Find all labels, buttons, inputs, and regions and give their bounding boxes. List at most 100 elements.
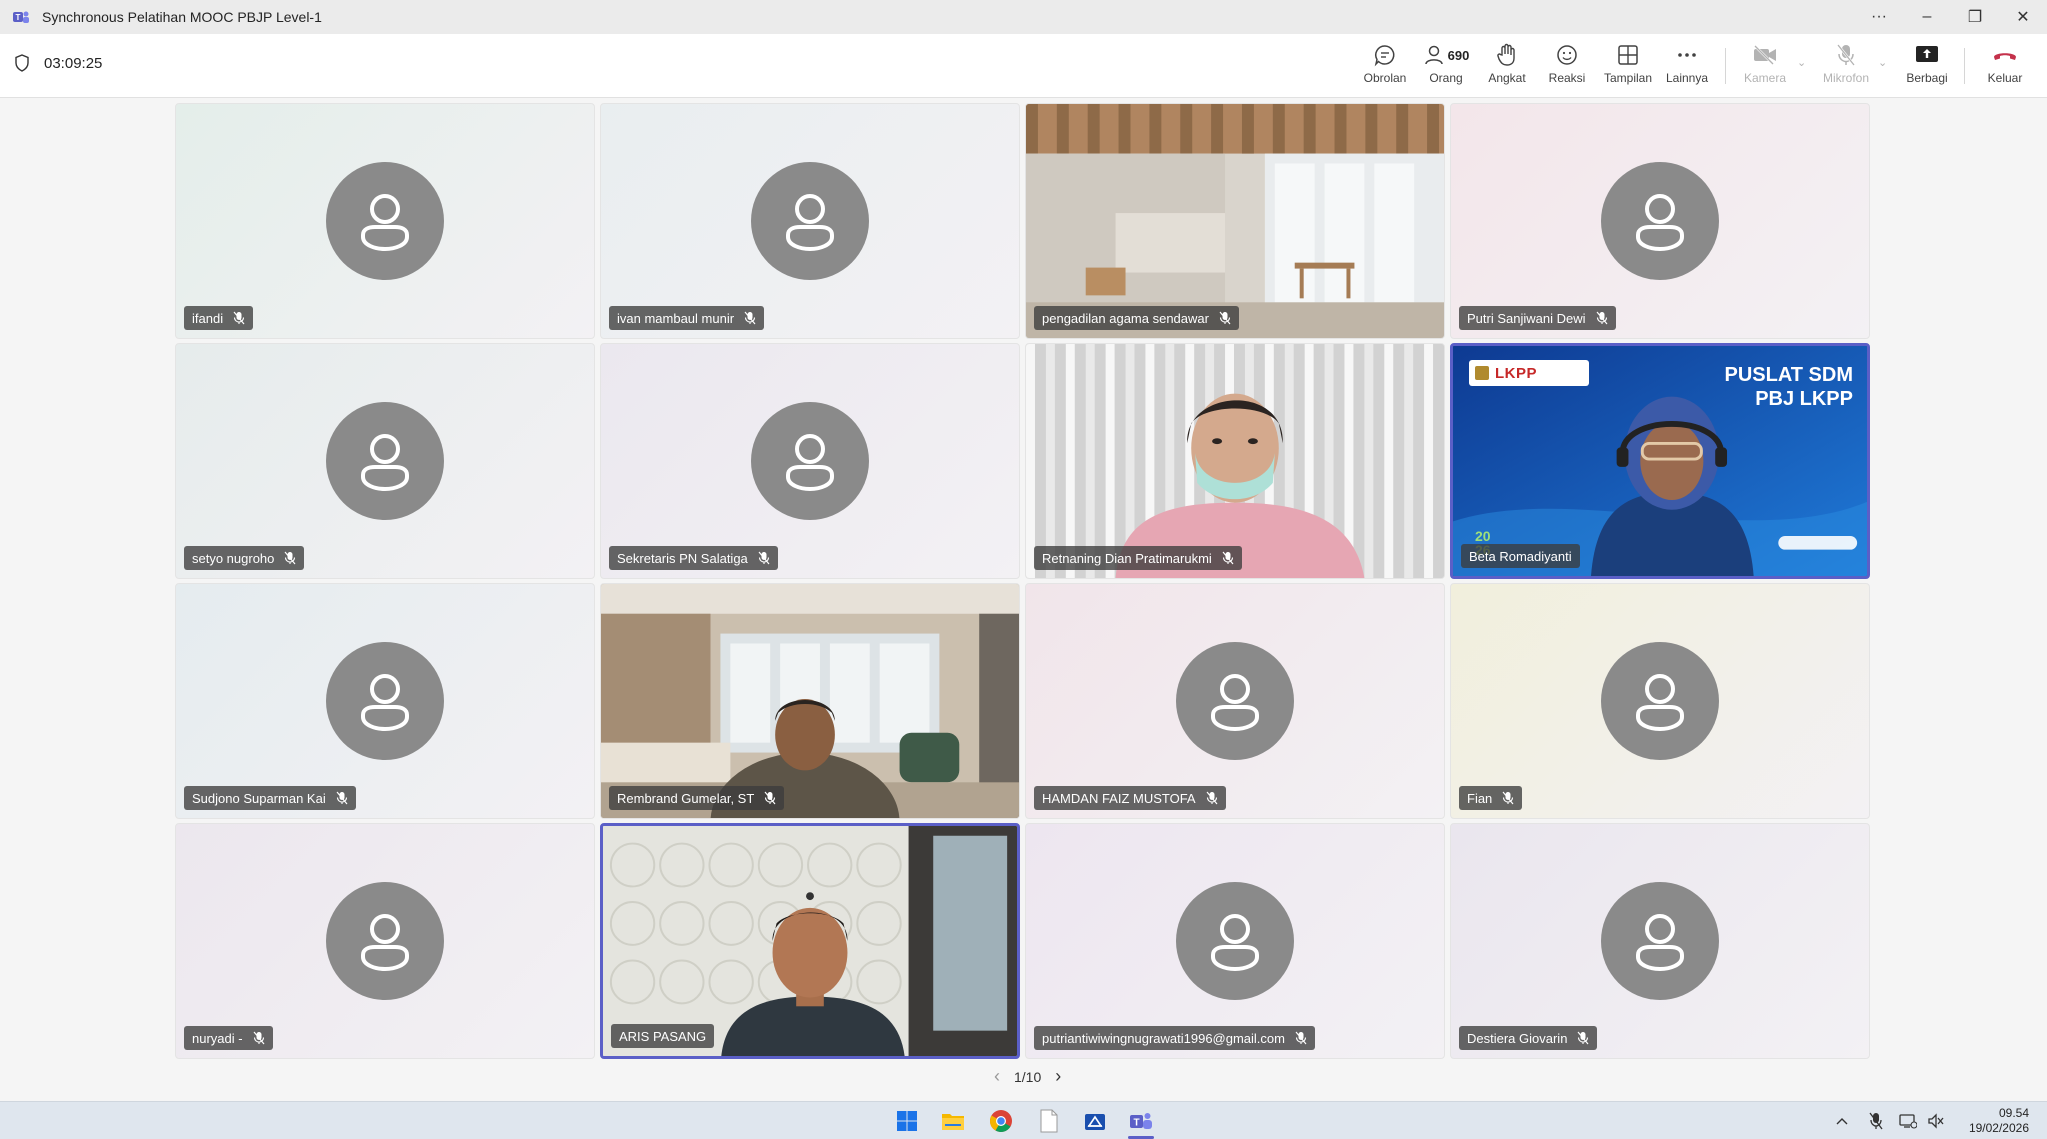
camera-options-chevron-icon[interactable]: ⌄ — [1797, 56, 1806, 69]
people-icon — [1424, 45, 1443, 65]
participant-name: ivan mambaul munir — [617, 310, 735, 326]
tray-volume-muted-icon[interactable] — [1926, 1112, 1946, 1130]
participant-tile[interactable]: setyo nugroho — [175, 343, 595, 579]
window-close-button[interactable]: ✕ — [1999, 0, 2047, 34]
participant-name: Retnaning Dian Pratimarukmi — [1042, 550, 1212, 566]
participant-nameplate: Sudjono Suparman Kai — [184, 786, 356, 810]
teams-taskbar-icon[interactable]: T — [1128, 1108, 1154, 1134]
participant-nameplate: setyo nugroho — [184, 546, 305, 570]
pager-prev-chevron-icon[interactable]: ‹ — [994, 1066, 1000, 1087]
camera-button[interactable]: Kamera — [1740, 42, 1790, 92]
mic-muted-icon — [336, 791, 348, 805]
participant-tile[interactable]: HAMDAN FAIZ MUSTOFA — [1025, 583, 1445, 819]
more-button[interactable]: Lainnya — [1662, 42, 1712, 92]
mic-muted-icon — [253, 1031, 265, 1045]
participant-tile[interactable]: Putri Sanjiwani Dewi — [1450, 103, 1870, 339]
mic-muted-icon — [1502, 791, 1514, 805]
participant-tile[interactable]: putriantiwiwingnugrawati1996@gmail.com — [1025, 823, 1445, 1059]
mic-muted-icon — [1596, 311, 1608, 325]
avatar-person-icon — [326, 402, 444, 520]
participant-nameplate: ifandi — [184, 306, 254, 330]
taskbar-clock[interactable]: 09.54 19/02/2026 — [1969, 1106, 2029, 1136]
participant-nameplate: Beta Romadiyanti — [1461, 544, 1580, 568]
mic-muted-icon — [284, 551, 296, 565]
emoji-icon — [1557, 45, 1577, 65]
participant-tile[interactable]: LKPPPUSLAT SDMPBJ LKPP2026Beta Romadiyan… — [1450, 343, 1870, 579]
participant-tile[interactable]: ivan mambaul munir — [600, 103, 1020, 339]
participant-name: HAMDAN FAIZ MUSTOFA — [1042, 790, 1196, 806]
raise-hand-icon — [1497, 43, 1515, 66]
mic-muted-icon — [758, 551, 770, 565]
mic-off-icon — [1837, 44, 1855, 66]
avatar-person-icon — [1601, 162, 1719, 280]
microphone-button[interactable]: Mikrofon — [1818, 42, 1874, 92]
avatar-person-icon — [1176, 882, 1294, 1000]
leave-button[interactable]: Keluar — [1980, 42, 2030, 92]
taskbar-date: 19/02/2026 — [1968, 1121, 2029, 1135]
participant-tile[interactable]: Destiera Giovarin — [1450, 823, 1870, 1059]
participant-nameplate: Rembrand Gumelar, ST — [609, 786, 785, 810]
banner-title-line1: PUSLAT SDM — [1724, 364, 1853, 386]
avatar-person-icon — [326, 882, 444, 1000]
meeting-timer-value: 03:09:25 — [44, 54, 103, 72]
pager-current-page: 1/10 — [1014, 1068, 1042, 1085]
store-icon[interactable] — [1082, 1108, 1108, 1134]
avatar-person-icon — [1601, 642, 1719, 760]
participant-tile[interactable]: Sudjono Suparman Kai — [175, 583, 595, 819]
toolbar-divider — [1964, 48, 1965, 84]
garuda-emblem-icon — [1475, 366, 1489, 380]
participant-tile[interactable]: ifandi — [175, 103, 595, 339]
mic-muted-icon — [1206, 791, 1218, 805]
participant-name: Rembrand Gumelar, ST — [617, 790, 755, 806]
view-label: Tampilan — [1603, 71, 1653, 85]
people-label: Orang — [1429, 71, 1463, 85]
chat-button[interactable]: Obrolan — [1362, 42, 1408, 92]
react-label: Reaksi — [1548, 71, 1586, 85]
pager-next-chevron-icon[interactable]: › — [1055, 1066, 1061, 1087]
participant-nameplate: Retnaning Dian Pratimarukmi — [1034, 546, 1242, 570]
tray-network-icon[interactable] — [1898, 1112, 1918, 1130]
participant-nameplate: ARIS PASANG — [611, 1024, 715, 1048]
participant-tile[interactable]: nuryadi - — [175, 823, 595, 1059]
mic-muted-icon — [1222, 551, 1234, 565]
window-restore-button[interactable]: ❐ — [1951, 0, 1999, 34]
participant-tile[interactable]: Rembrand Gumelar, ST — [600, 583, 1020, 819]
view-button[interactable]: Tampilan — [1600, 42, 1656, 92]
participant-name: ifandi — [192, 310, 224, 326]
microphone-options-chevron-icon[interactable]: ⌄ — [1878, 56, 1887, 69]
participant-tile[interactable]: ARIS PASANG — [600, 823, 1020, 1059]
window-minimize-button[interactable]: – — [1903, 0, 1951, 34]
participant-tile[interactable]: Retnaning Dian Pratimarukmi — [1025, 343, 1445, 579]
participant-name: Putri Sanjiwani Dewi — [1467, 310, 1586, 326]
participant-nameplate: HAMDAN FAIZ MUSTOFA — [1034, 786, 1226, 810]
participant-tile[interactable]: Sekretaris PN Salatiga — [600, 343, 1020, 579]
windows-start-icon[interactable] — [894, 1108, 920, 1134]
participant-nameplate: Sekretaris PN Salatiga — [609, 546, 778, 570]
file-explorer-icon[interactable] — [940, 1108, 966, 1134]
hang-up-icon — [1994, 53, 2016, 60]
react-button[interactable]: Reaksi — [1544, 42, 1590, 92]
share-button[interactable]: Berbagi — [1902, 42, 1952, 92]
mic-muted-icon — [233, 311, 245, 325]
avatar-person-icon — [1176, 642, 1294, 760]
participant-tile[interactable]: pengadilan agama sendawar — [1025, 103, 1445, 339]
shield-icon — [15, 54, 29, 72]
participant-name: Fian — [1467, 790, 1493, 806]
participant-grid: ifandi ivan mambaul munir pengadilan agama… — [175, 103, 1875, 1059]
tray-chevron-up-icon[interactable] — [1832, 1112, 1852, 1130]
window-more-button[interactable]: ··· — [1855, 0, 1903, 34]
raise-hand-button[interactable]: Angkat — [1484, 42, 1530, 92]
grid-view-icon — [1618, 45, 1638, 65]
participant-name: Destiera Giovarin — [1467, 1030, 1568, 1046]
chrome-icon[interactable] — [988, 1108, 1014, 1134]
participant-tile[interactable]: Fian — [1450, 583, 1870, 819]
notepad-icon[interactable] — [1036, 1108, 1062, 1134]
participant-nameplate: nuryadi - — [184, 1026, 273, 1050]
raise-hand-label: Angkat — [1488, 71, 1526, 85]
avatar-person-icon — [326, 642, 444, 760]
avatar-person-icon — [751, 162, 869, 280]
people-button[interactable]: 690 Orang — [1418, 42, 1474, 92]
leave-label: Keluar — [1987, 71, 2023, 85]
camera-off-icon — [1754, 45, 1776, 65]
tray-mic-icon[interactable] — [1866, 1112, 1886, 1130]
